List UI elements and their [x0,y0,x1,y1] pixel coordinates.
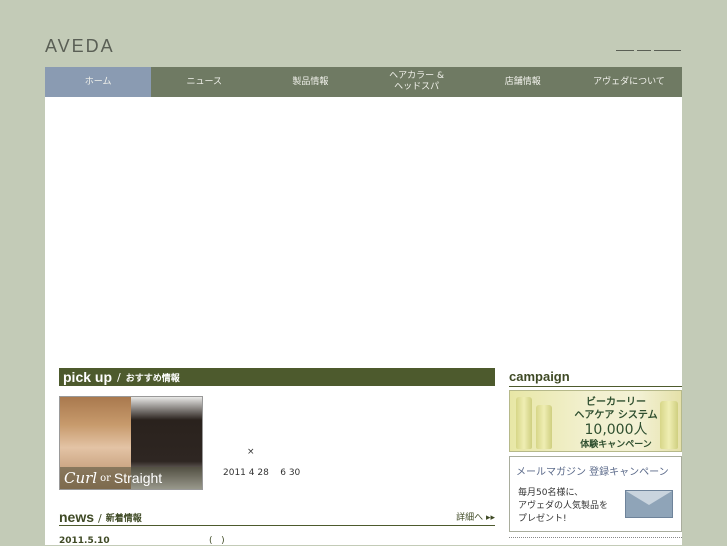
bottle-image [516,397,532,449]
pickup-title-jp: おすすめ情報 [125,373,180,384]
caption-curl: Curl [64,469,98,487]
news-title-en: news [59,509,95,525]
banner1-line4: 体験キャンペーン [580,440,652,450]
pickup-title-en: pick up [63,369,113,385]
news-header: news / 新着情報 詳細へ ▸▸ [59,509,495,526]
aveda-logo[interactable]: AVEDA [45,36,115,57]
campaign-title: campaign [509,369,682,387]
pickup-image-caption: Curl or Straight [60,467,202,489]
bottle-image [536,405,552,449]
nav-products[interactable]: 製品情報 [257,67,363,97]
pickup-header: pick up / おすすめ情報 [59,368,495,386]
utility-link-2[interactable] [637,50,651,51]
nav-home[interactable]: ホーム [45,67,152,97]
news-title-jp: 新着情報 [105,514,142,524]
pickup-date: 2011 4 28 6 30 [223,468,301,478]
mail-magazine-banner[interactable]: メールマガジン 登録キャンペーン 毎月50名様に、 アヴェダの人気製品を プレゼ… [509,456,682,532]
pickup-separator: / [117,370,121,384]
nav-news[interactable]: ニュース [151,67,257,97]
utility-link-3[interactable] [654,50,681,51]
envelope-icon [625,490,673,518]
utility-links[interactable] [616,50,681,52]
nav-about[interactable]: アヴェダについて [576,67,682,97]
be-curly-campaign-banner[interactable]: ビーカーリー ヘアケア システム 10,000人 体験キャンペーン [509,390,682,452]
utility-link-1[interactable] [616,50,634,51]
banner2-line3: プレゼント! [518,514,567,524]
banner2-title: メールマガジン 登録キャンペーン [516,467,669,478]
banner1-line3: 10,000人 [584,422,648,438]
banner2-line2: アヴェダの人気製品を [518,501,609,511]
news-more-link[interactable]: 詳細へ ▸▸ [456,510,495,523]
divider [509,537,682,538]
news-separator: / [98,512,102,525]
nav-haircolor-headspa[interactable]: ヘアカラー & ヘッドスパ [364,67,470,97]
main-nav: ホーム ニュース 製品情報 ヘアカラー & ヘッドスパ 店舗情報 アヴェダについ… [45,67,682,97]
nav-stores[interactable]: 店舗情報 [470,67,576,97]
caption-straight: Straight [113,470,163,486]
pickup-mark: × [247,447,255,457]
caption-or: or [100,472,111,484]
pickup-curl-straight-image[interactable]: Curl or Straight [59,396,203,490]
banner2-line1: 毎月50名様に、 [518,488,584,498]
